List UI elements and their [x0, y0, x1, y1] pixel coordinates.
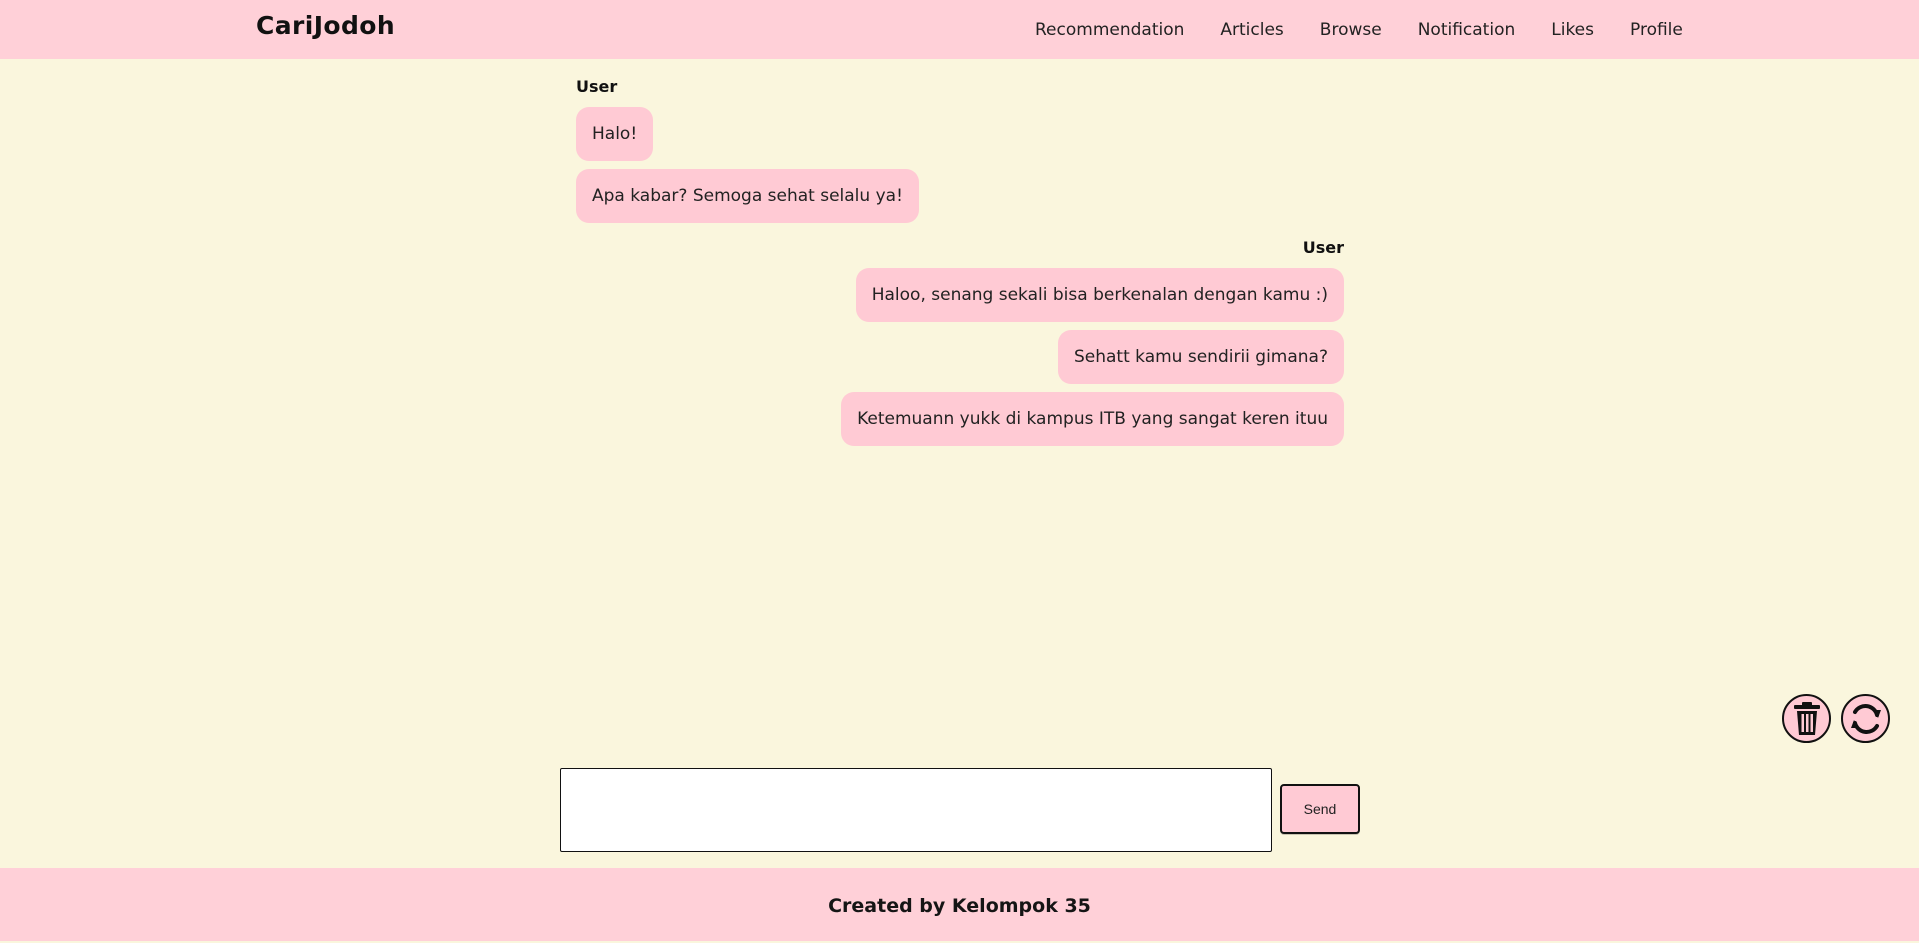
sender-name: User — [1302, 238, 1344, 257]
brand-logo[interactable]: CariJodoh — [256, 11, 395, 41]
footer: Created by Kelompok 35 — [0, 868, 1919, 941]
message-row: Haloo, senang sekali bisa berkenalan den… — [576, 268, 1344, 322]
page: CariJodoh Recommendation Articles Browse… — [0, 0, 1919, 943]
message-bubble: Ketemuann yukk di kampus ITB yang sangat… — [841, 392, 1344, 446]
nav-link-recommendation[interactable]: Recommendation — [1035, 18, 1184, 42]
nav-link-profile[interactable]: Profile — [1630, 18, 1683, 42]
nav-link-articles[interactable]: Articles — [1220, 18, 1283, 42]
trash-icon — [1793, 701, 1820, 735]
message-bubble: Haloo, senang sekali bisa berkenalan den… — [855, 268, 1344, 322]
refresh-chat-button[interactable] — [1841, 694, 1890, 743]
nav-link-browse[interactable]: Browse — [1320, 18, 1382, 42]
message-row: Halo! — [576, 107, 1344, 161]
chat-actions — [1782, 694, 1890, 743]
message-row: Sehatt kamu sendirii gimana? — [576, 330, 1344, 384]
top-navbar: CariJodoh Recommendation Articles Browse… — [0, 0, 1919, 59]
message-row: Apa kabar? Semoga sehat selalu ya! — [576, 169, 1344, 223]
nav-link-likes[interactable]: Likes — [1551, 18, 1594, 42]
main-nav: Recommendation Articles Browse Notificat… — [1035, 18, 1683, 42]
message-bubble: Apa kabar? Semoga sehat selalu ya! — [576, 169, 919, 223]
message-bubble: Halo! — [576, 107, 654, 161]
send-button[interactable]: Send — [1280, 784, 1360, 834]
message-bubble: Sehatt kamu sendirii gimana? — [1057, 330, 1344, 384]
refresh-icon — [1850, 703, 1881, 734]
footer-text: Created by Kelompok 35 — [828, 895, 1091, 917]
chat-thread: User Halo! Apa kabar? Semoga sehat selal… — [576, 75, 1344, 446]
message-group-right: User Haloo, senang sekali bisa berkenala… — [576, 236, 1344, 446]
sender-name: User — [576, 77, 618, 96]
message-group-left: User Halo! Apa kabar? Semoga sehat selal… — [576, 75, 1344, 223]
nav-link-notification[interactable]: Notification — [1418, 18, 1516, 42]
message-row: Ketemuann yukk di kampus ITB yang sangat… — [576, 392, 1344, 446]
message-composer: Send — [560, 768, 1360, 852]
message-input[interactable] — [560, 768, 1272, 852]
delete-chat-button[interactable] — [1782, 694, 1831, 743]
